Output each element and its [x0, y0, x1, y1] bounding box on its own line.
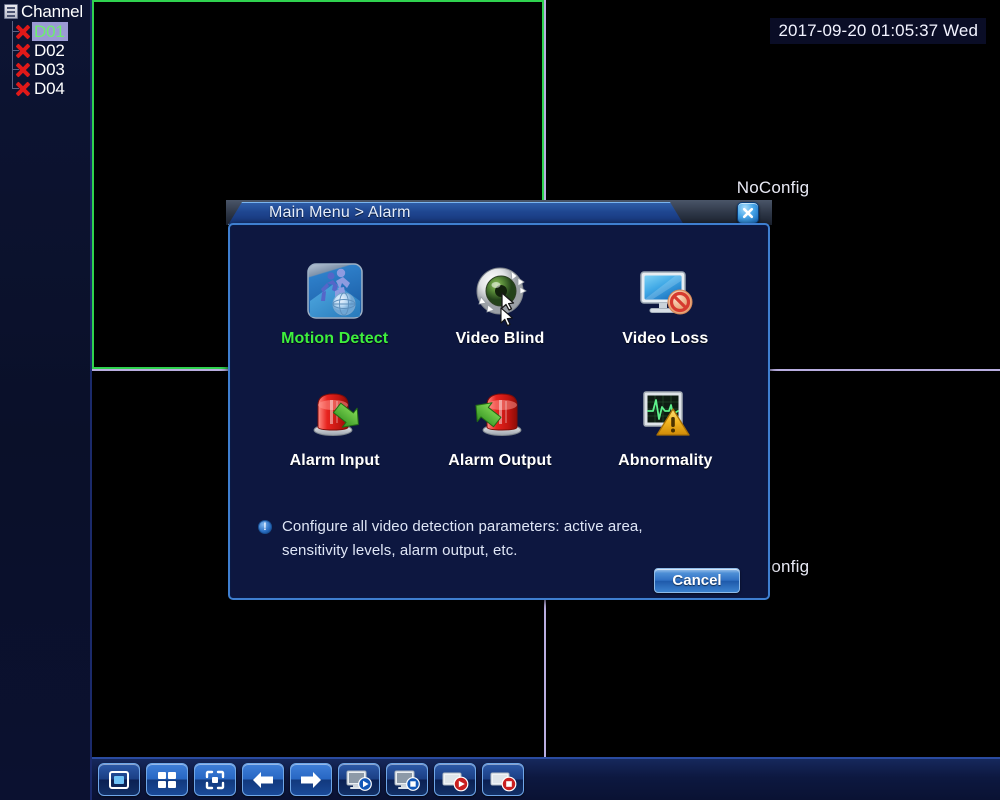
channel-sidebar-header: Channel: [4, 3, 83, 20]
next-channel-button[interactable]: [290, 763, 332, 796]
cancel-button[interactable]: Cancel: [654, 568, 740, 593]
fullscreen-button[interactable]: [194, 763, 236, 796]
list-icon: [4, 4, 18, 19]
channel-item-label: D02: [34, 41, 65, 60]
channel-item-label: D03: [34, 60, 65, 79]
dialog-info-row: Configure all video detection parameters…: [258, 515, 748, 563]
monitor-play-icon: [345, 768, 373, 792]
menu-item-label: Video Blind: [455, 330, 545, 347]
stop-record-button[interactable]: [482, 763, 524, 796]
channel-sidebar: Channel D01 D02 D03 D04: [0, 0, 92, 800]
menu-item-label: Alarm Output: [448, 452, 552, 469]
alarm-output-icon: [470, 383, 530, 443]
quad-screen-icon: [155, 768, 179, 792]
fullscreen-icon: [203, 768, 227, 792]
menu-item-label: Abnormality: [618, 452, 713, 469]
quad-view-button[interactable]: [146, 763, 188, 796]
abnormality-icon: [635, 383, 695, 443]
monitor-stop-icon: [393, 768, 421, 792]
previous-channel-button[interactable]: [242, 763, 284, 796]
channel-item-d02[interactable]: D02: [0, 40, 92, 60]
stop-tour-button[interactable]: [386, 763, 428, 796]
red-x-icon: [14, 80, 31, 97]
menu-item-abnormality[interactable]: Abnormality: [583, 383, 748, 483]
timestamp-overlay: 2017-09-20 01:05:37 Wed: [770, 18, 986, 44]
dvr-screen: Channel D01 D02 D03 D04 NoConfig NoConfi…: [0, 0, 1000, 800]
close-icon[interactable]: [737, 202, 759, 224]
dialog-info-line-2: sensitivity levels, alarm output, etc.: [282, 542, 518, 559]
arrow-right-icon: [298, 769, 324, 791]
record-stop-icon: [489, 768, 517, 792]
video-loss-icon: [635, 261, 695, 321]
video-blind-icon: [470, 261, 530, 321]
bottom-toolbar: [92, 757, 1000, 800]
info-icon: [258, 519, 272, 535]
dialog-info-line-1: Configure all video detection parameters…: [282, 518, 643, 535]
dialog-info-text: Configure all video detection parameters…: [282, 515, 643, 563]
channel-list: D01 D02 D03 D04: [0, 21, 92, 98]
motion-detect-icon: [305, 261, 365, 321]
menu-item-motion-detect[interactable]: Motion Detect: [252, 261, 417, 361]
channel-item-d01[interactable]: D01: [0, 21, 92, 41]
menu-item-label: Video Loss: [622, 330, 709, 347]
record-play-icon: [441, 768, 469, 792]
channel-item-label: D04: [34, 79, 65, 98]
dialog-title: Main Menu > Alarm: [269, 204, 411, 221]
single-view-button[interactable]: [98, 763, 140, 796]
single-screen-icon: [107, 768, 131, 792]
alarm-input-icon: [305, 383, 365, 443]
channel-sidebar-title: Channel: [21, 2, 83, 21]
menu-item-label: Alarm Input: [289, 452, 380, 469]
dialog-body: Motion Detect Video Blind Video Loss Ala…: [228, 223, 770, 600]
start-tour-button[interactable]: [338, 763, 380, 796]
alarm-menu-grid: Motion Detect Video Blind Video Loss Ala…: [252, 261, 748, 483]
menu-item-video-blind[interactable]: Video Blind: [417, 261, 582, 361]
video-pane-label: NoConfig: [736, 178, 810, 197]
dialog-titlebar: Main Menu > Alarm: [226, 200, 772, 225]
channel-item-d04[interactable]: D04: [0, 78, 92, 98]
menu-item-alarm-output[interactable]: Alarm Output: [417, 383, 582, 483]
start-record-button[interactable]: [434, 763, 476, 796]
menu-item-video-loss[interactable]: Video Loss: [583, 261, 748, 361]
red-x-icon: [14, 61, 31, 78]
menu-item-label: Motion Detect: [281, 330, 389, 347]
channel-item-label: D01: [32, 22, 68, 41]
arrow-left-icon: [250, 769, 276, 791]
menu-item-alarm-input[interactable]: Alarm Input: [252, 383, 417, 483]
channel-item-d03[interactable]: D03: [0, 59, 92, 79]
red-x-icon: [14, 23, 31, 40]
alarm-menu-dialog: Main Menu > Alarm Motion Detect Video Bl…: [226, 200, 772, 602]
red-x-icon: [14, 42, 31, 59]
